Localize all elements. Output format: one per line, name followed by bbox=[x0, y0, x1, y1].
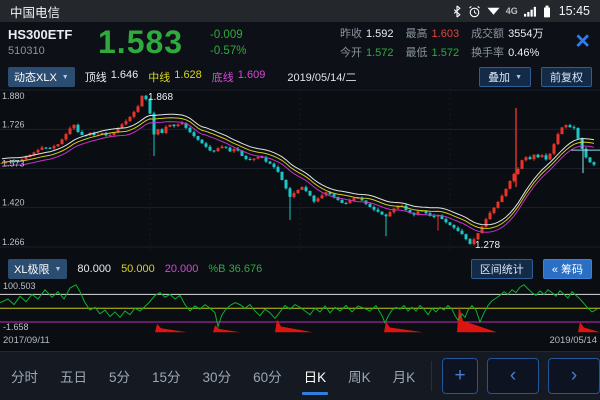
period-tab-1[interactable]: 分时 bbox=[0, 352, 49, 400]
add-button[interactable]: + bbox=[442, 358, 478, 394]
turnover-rate-stat: 换手率0.46% bbox=[471, 44, 543, 63]
network-type-label: 4G bbox=[506, 6, 518, 16]
main-indicator-dropdown[interactable]: 动态XLX▼ bbox=[8, 67, 75, 87]
clock-time: 15:45 bbox=[559, 4, 590, 18]
price-change-block: -0.009 -0.57% bbox=[210, 27, 246, 59]
mid-line-stat: 中线1.628 bbox=[148, 69, 202, 85]
quote-stats: 昨收1.592 最高1.603 成交额3554万 今开1.572 最低1.572… bbox=[340, 25, 544, 63]
range-start-date: 2017/09/11 bbox=[3, 335, 50, 346]
sub-indicator-dropdown[interactable]: XL极限▼ bbox=[8, 259, 67, 279]
status-icons: 4G 15:45 bbox=[452, 4, 590, 18]
cursor-date: 2019/05/14/二 bbox=[287, 69, 356, 85]
trading-app-screen: 中国电信 4G 15:45 bbox=[0, 0, 600, 400]
tab-bar-divider bbox=[431, 361, 432, 391]
period-tab-3[interactable]: 5分 bbox=[98, 352, 141, 400]
svg-text:1.868: 1.868 bbox=[148, 92, 173, 103]
alarm-clock-icon bbox=[468, 5, 481, 18]
bottom-line-stat: 底线1.609 bbox=[212, 69, 266, 85]
period-tab-8[interactable]: 周K bbox=[337, 352, 382, 400]
stock-name: HS300ETF bbox=[8, 27, 72, 42]
period-tab-6[interactable]: 60分 bbox=[242, 352, 293, 400]
prev-close-stat: 昨收1.592 bbox=[340, 25, 394, 44]
quote-header: HS300ETF 510310 1.583 -0.009 -0.57% 昨收1.… bbox=[0, 22, 600, 66]
last-price: 1.583 bbox=[98, 24, 183, 61]
param-80: 80.000 bbox=[77, 263, 111, 275]
stock-code: 510310 bbox=[8, 45, 45, 57]
period-tabs: 分时五日5分15分30分60分日K周K月K周期◢ bbox=[0, 352, 431, 400]
period-tab-9[interactable]: 月K bbox=[382, 352, 427, 400]
bluetooth-icon bbox=[452, 5, 462, 18]
period-tab-7[interactable]: 日K bbox=[293, 352, 338, 400]
chevron-down-icon: ▼ bbox=[62, 74, 69, 81]
overlay-button[interactable]: 叠加▼ bbox=[479, 67, 531, 87]
date-range-row: 2017/09/11 2019/05/14 bbox=[0, 335, 600, 346]
range-end-date: 2019/05/14 bbox=[549, 335, 597, 346]
sub-indicator-toolbar: XL极限▼ 80.000 50.000 20.000 %B 36.676 区间统… bbox=[0, 258, 600, 280]
svg-text:1.573: 1.573 bbox=[2, 159, 25, 169]
status-bar: 中国电信 4G 15:45 bbox=[0, 0, 600, 22]
chip-distribution-button[interactable]: « 筹码 bbox=[543, 259, 592, 279]
indicator-toolbar: 动态XLX▼ 顶线1.646 中线1.628 底线1.609 2019/05/1… bbox=[0, 66, 600, 88]
chevron-down-icon: ▼ bbox=[54, 266, 61, 273]
signal-strength-icon bbox=[524, 6, 537, 17]
open-stat: 今开1.572 bbox=[340, 44, 394, 63]
sub-chart-min-label: -1.658 bbox=[3, 322, 29, 332]
sub-chart-max-label: 100.503 bbox=[3, 281, 36, 291]
period-tab-bar: 分时五日5分15分30分60分日K周K月K周期◢ + ‹ › bbox=[0, 351, 600, 400]
wifi-icon bbox=[487, 6, 500, 16]
range-statistics-button[interactable]: 区间统计 bbox=[471, 259, 533, 279]
adjust-mode-button[interactable]: 前复权 bbox=[541, 67, 592, 87]
svg-text:1.880: 1.880 bbox=[2, 91, 25, 101]
carrier-label: 中国电信 bbox=[10, 2, 60, 21]
turnover-stat: 成交额3554万 bbox=[471, 25, 543, 44]
svg-text:1.278: 1.278 bbox=[475, 240, 500, 251]
main-candlestick-chart[interactable]: 1.880 1.726 1.573 1.420 1.266 1.868 1.278 bbox=[0, 88, 600, 258]
top-line-stat: 顶线1.646 bbox=[85, 69, 139, 85]
period-tab-4[interactable]: 15分 bbox=[141, 352, 192, 400]
period-tab-10[interactable]: 周期◢ bbox=[426, 352, 431, 400]
high-stat: 最高1.603 bbox=[406, 25, 460, 44]
param-50: 50.000 bbox=[121, 263, 155, 275]
prev-stock-button[interactable]: ‹ bbox=[487, 358, 539, 394]
price-change: -0.009 bbox=[210, 27, 246, 43]
svg-text:1.420: 1.420 bbox=[2, 198, 25, 208]
next-stock-button[interactable]: › bbox=[548, 358, 600, 394]
percent-b-stat: %B 36.676 bbox=[208, 263, 262, 275]
svg-text:1.726: 1.726 bbox=[2, 119, 25, 129]
period-tab-2[interactable]: 五日 bbox=[49, 352, 98, 400]
low-stat: 最低1.572 bbox=[406, 44, 460, 63]
chevron-down-icon: ▼ bbox=[515, 74, 522, 81]
svg-text:1.266: 1.266 bbox=[2, 237, 25, 247]
price-change-pct: -0.57% bbox=[210, 43, 246, 59]
sub-indicator-chart[interactable] bbox=[0, 280, 600, 335]
close-icon[interactable]: × bbox=[575, 29, 590, 54]
tab-bar-buttons: + ‹ › bbox=[442, 358, 600, 394]
period-tab-5[interactable]: 30分 bbox=[192, 352, 243, 400]
battery-icon bbox=[543, 5, 551, 18]
param-20: 20.000 bbox=[165, 263, 199, 275]
